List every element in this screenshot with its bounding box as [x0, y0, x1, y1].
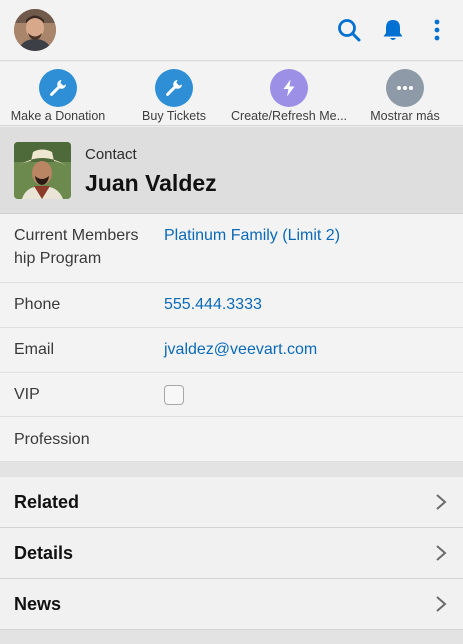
field-label: Phone [14, 296, 61, 313]
chevron-right-icon [436, 545, 447, 561]
membership-program-link[interactable]: Platinum Family (Limit 2) [164, 224, 340, 247]
action-bar: Make a Donation Buy Tickets Create/Refre… [0, 62, 463, 126]
wrench-icon [155, 69, 193, 107]
chevron-right-icon [436, 494, 447, 510]
top-bar [0, 0, 463, 61]
record-header: Contact Juan Valdez [0, 127, 463, 214]
action-label: Buy Tickets [142, 109, 206, 123]
section-related[interactable]: Related [0, 477, 463, 528]
more-horizontal-icon [386, 69, 424, 107]
section-title: Related [14, 492, 80, 512]
contact-photo [14, 142, 71, 199]
action-label: Make a Donation [10, 109, 106, 123]
field-vip: VIP [0, 373, 463, 417]
section-divider [0, 462, 463, 477]
field-membership-program: Current Members hip Program Platinum Fam… [0, 214, 463, 283]
field-phone: Phone 555.444.3333 [0, 283, 463, 328]
create-refresh-button[interactable]: Create/Refresh Me... [231, 62, 347, 126]
bell-icon[interactable] [380, 17, 406, 43]
field-label: VIP [14, 386, 40, 403]
field-label-line: hip Program [14, 250, 102, 267]
user-avatar-image [14, 9, 56, 51]
search-icon[interactable] [336, 17, 362, 43]
field-label: Email [14, 341, 55, 358]
field-label: Profession [14, 431, 90, 448]
section-title: News [14, 594, 62, 614]
vip-checkbox[interactable] [164, 385, 184, 405]
user-avatar[interactable] [14, 9, 56, 51]
wrench-icon [39, 69, 77, 107]
phone-link[interactable]: 555.444.3333 [164, 293, 262, 316]
bottom-padding [0, 630, 463, 644]
lightning-icon [270, 69, 308, 107]
chevron-right-icon [436, 596, 447, 612]
field-list: Current Members hip Program Platinum Fam… [0, 214, 463, 462]
buy-tickets-button[interactable]: Buy Tickets [116, 62, 232, 126]
object-type-label: Contact [85, 146, 137, 163]
section-list: Related Details News [0, 477, 463, 630]
field-email: Email jvaldez@veevart.com [0, 328, 463, 373]
more-vertical-icon[interactable] [424, 17, 450, 43]
field-label-line: Current Members [14, 227, 139, 244]
field-label: Current Members hip Program [14, 224, 138, 270]
email-link[interactable]: jvaldez@veevart.com [164, 338, 317, 361]
section-details[interactable]: Details [0, 528, 463, 579]
show-more-button[interactable]: Mostrar más [347, 62, 463, 126]
record-name: Juan Valdez [85, 170, 217, 196]
field-profession: Profession [0, 417, 463, 462]
section-title: Details [14, 543, 74, 563]
make-donation-button[interactable]: Make a Donation [0, 62, 116, 126]
action-label: Mostrar más [370, 109, 440, 123]
action-label: Create/Refresh Me... [231, 109, 348, 123]
section-news[interactable]: News [0, 579, 463, 630]
